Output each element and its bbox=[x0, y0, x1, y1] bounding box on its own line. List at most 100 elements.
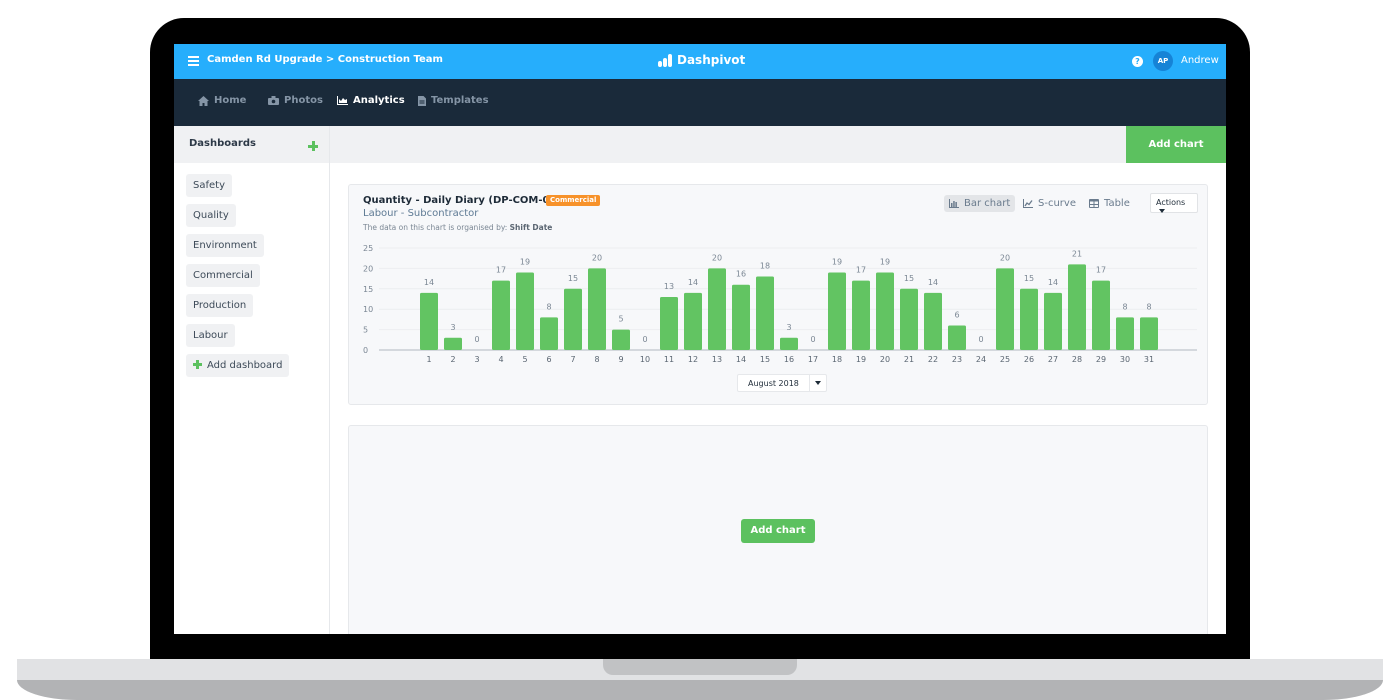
nav-item-home[interactable]: Home bbox=[198, 95, 246, 106]
bar-value-label: 15 bbox=[1024, 274, 1034, 283]
nav-item-analytics[interactable]: Analytics bbox=[337, 95, 405, 106]
month-value: August 2018 bbox=[738, 375, 810, 391]
bar-value-label: 14 bbox=[1048, 278, 1058, 287]
dashboard-item-environment[interactable]: Environment bbox=[186, 234, 264, 257]
x-tick-label: 30 bbox=[1120, 355, 1130, 364]
add-dashboard-label: Add dashboard bbox=[207, 360, 283, 371]
chart-card: Quantity - Daily Diary (DP-COM-01) Comme… bbox=[348, 184, 1208, 405]
x-tick-label: 11 bbox=[664, 355, 674, 364]
breadcrumb[interactable]: Camden Rd Upgrade > Construction Team bbox=[207, 54, 443, 65]
month-select[interactable]: August 2018 bbox=[737, 374, 827, 392]
y-tick-label: 20 bbox=[363, 264, 373, 273]
view-label: S-curve bbox=[1038, 198, 1076, 209]
bar-value-label: 14 bbox=[688, 278, 698, 287]
bar bbox=[516, 272, 534, 350]
empty-chart-card: Add chart bbox=[348, 425, 1208, 634]
bar bbox=[900, 288, 918, 350]
actions-dropdown[interactable]: Actions bbox=[1150, 193, 1198, 213]
dashboard-item-commercial[interactable]: Commercial bbox=[186, 264, 260, 287]
x-tick-label: 9 bbox=[618, 355, 623, 364]
bar-value-label: 17 bbox=[856, 266, 866, 275]
x-tick-label: 3 bbox=[474, 355, 479, 364]
add-chart-button-center[interactable]: Add chart bbox=[741, 519, 815, 543]
y-tick-label: 25 bbox=[363, 244, 373, 253]
view-label: Table bbox=[1104, 198, 1130, 209]
bar bbox=[420, 292, 438, 350]
bar-value-label: 0 bbox=[474, 335, 479, 344]
nav-label: Home bbox=[214, 95, 247, 106]
bar-value-label: 8 bbox=[1122, 302, 1127, 311]
bar-value-label: 13 bbox=[664, 282, 674, 291]
y-tick-label: 5 bbox=[363, 326, 368, 335]
view-label: Bar chart bbox=[964, 198, 1011, 209]
bar-value-label: 19 bbox=[832, 257, 842, 266]
bar bbox=[732, 284, 750, 350]
note-field: Shift Date bbox=[509, 223, 553, 232]
laptop-base-bottom bbox=[17, 680, 1383, 700]
bar bbox=[1068, 264, 1086, 350]
view-s-curve-button[interactable]: S-curve bbox=[1018, 195, 1081, 212]
nav-item-templates[interactable]: Templates bbox=[418, 95, 489, 106]
bar bbox=[444, 337, 462, 350]
bar bbox=[780, 337, 798, 350]
top-bar: Camden Rd Upgrade > Construction Team Da… bbox=[174, 44, 1226, 79]
app-screen: Camden Rd Upgrade > Construction Team Da… bbox=[174, 44, 1226, 634]
dashboard-item-labour[interactable]: Labour bbox=[186, 324, 235, 347]
user-name[interactable]: Andrew bbox=[1181, 55, 1219, 66]
x-tick-label: 25 bbox=[1000, 355, 1010, 364]
avatar[interactable]: AP bbox=[1153, 51, 1173, 71]
nav-item-photos[interactable]: Photos bbox=[268, 95, 323, 106]
month-dropdown-toggle[interactable] bbox=[810, 375, 826, 391]
x-tick-label: 17 bbox=[808, 355, 818, 364]
add-dashboard-button[interactable]: Add dashboard bbox=[186, 354, 290, 377]
x-tick-label: 26 bbox=[1024, 355, 1034, 364]
y-tick-label: 10 bbox=[363, 305, 373, 314]
add-chart-button[interactable]: Add chart bbox=[1126, 126, 1226, 163]
laptop-notch bbox=[603, 659, 797, 675]
dashboard-item-quality[interactable]: Quality bbox=[186, 204, 236, 227]
bar-value-label: 5 bbox=[618, 315, 623, 324]
caret-down-icon bbox=[814, 381, 821, 385]
brand-logo[interactable]: Dashpivot bbox=[658, 53, 745, 67]
bar-value-label: 15 bbox=[904, 274, 914, 283]
bar-value-label: 19 bbox=[520, 257, 530, 266]
chart-organised-note: The data on this chart is organised by: … bbox=[363, 223, 552, 232]
x-tick-label: 10 bbox=[640, 355, 650, 364]
bar-value-label: 18 bbox=[760, 262, 770, 271]
bar-value-label: 0 bbox=[642, 335, 647, 344]
x-tick-label: 28 bbox=[1072, 355, 1082, 364]
dashpivot-logo-icon bbox=[658, 53, 672, 67]
dashboard-item-production[interactable]: Production bbox=[186, 294, 254, 317]
bar-value-label: 21 bbox=[1072, 249, 1082, 258]
bar bbox=[612, 329, 630, 350]
dashboard-item-safety[interactable]: Safety bbox=[186, 174, 232, 197]
bar-value-label: 14 bbox=[928, 278, 938, 287]
bar-value-label: 15 bbox=[568, 274, 578, 283]
bar bbox=[1116, 317, 1134, 350]
bar bbox=[924, 292, 942, 350]
bar-value-label: 16 bbox=[736, 270, 746, 279]
view-table-button[interactable]: Table bbox=[1084, 195, 1135, 212]
bar-chart-icon bbox=[949, 199, 959, 208]
x-tick-label: 27 bbox=[1048, 355, 1058, 364]
bar bbox=[564, 288, 582, 350]
file-icon bbox=[418, 95, 426, 106]
x-tick-label: 8 bbox=[594, 355, 599, 364]
x-tick-label: 18 bbox=[832, 355, 842, 364]
chart-subtitle: Labour - Subcontractor bbox=[363, 208, 479, 219]
hamburger-menu-icon[interactable] bbox=[188, 56, 199, 66]
main-header bbox=[330, 126, 1226, 163]
x-tick-label: 5 bbox=[522, 355, 527, 364]
x-tick-label: 29 bbox=[1096, 355, 1106, 364]
x-tick-label: 16 bbox=[784, 355, 794, 364]
actions-label: Actions bbox=[1156, 198, 1186, 207]
bar-value-label: 0 bbox=[810, 335, 815, 344]
view-bar-chart-button[interactable]: Bar chart bbox=[944, 195, 1016, 212]
bar-value-label: 17 bbox=[1096, 266, 1106, 275]
brand-name: Dashpivot bbox=[677, 53, 746, 67]
help-icon[interactable]: ? bbox=[1132, 56, 1143, 67]
bar bbox=[492, 280, 510, 350]
add-dashboard-plus-icon[interactable] bbox=[308, 141, 318, 151]
table-icon bbox=[1089, 199, 1099, 208]
bar-value-label: 19 bbox=[880, 257, 890, 266]
